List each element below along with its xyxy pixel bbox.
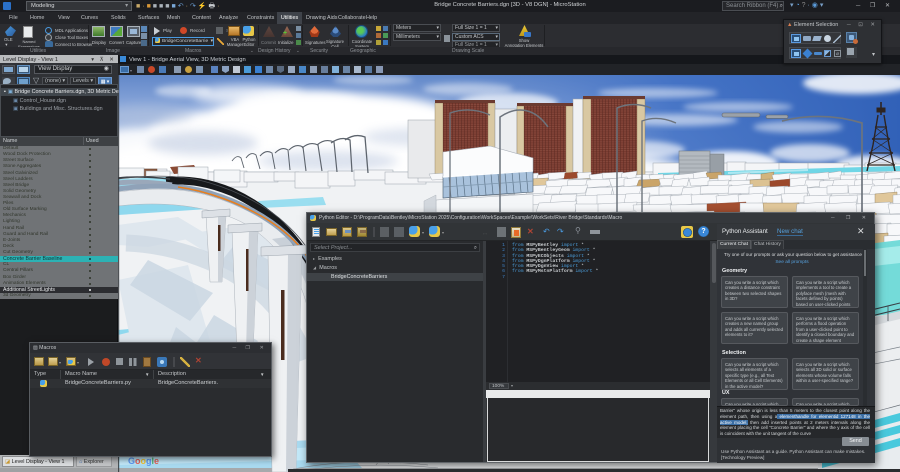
svg-text:Google: Google <box>128 456 159 466</box>
